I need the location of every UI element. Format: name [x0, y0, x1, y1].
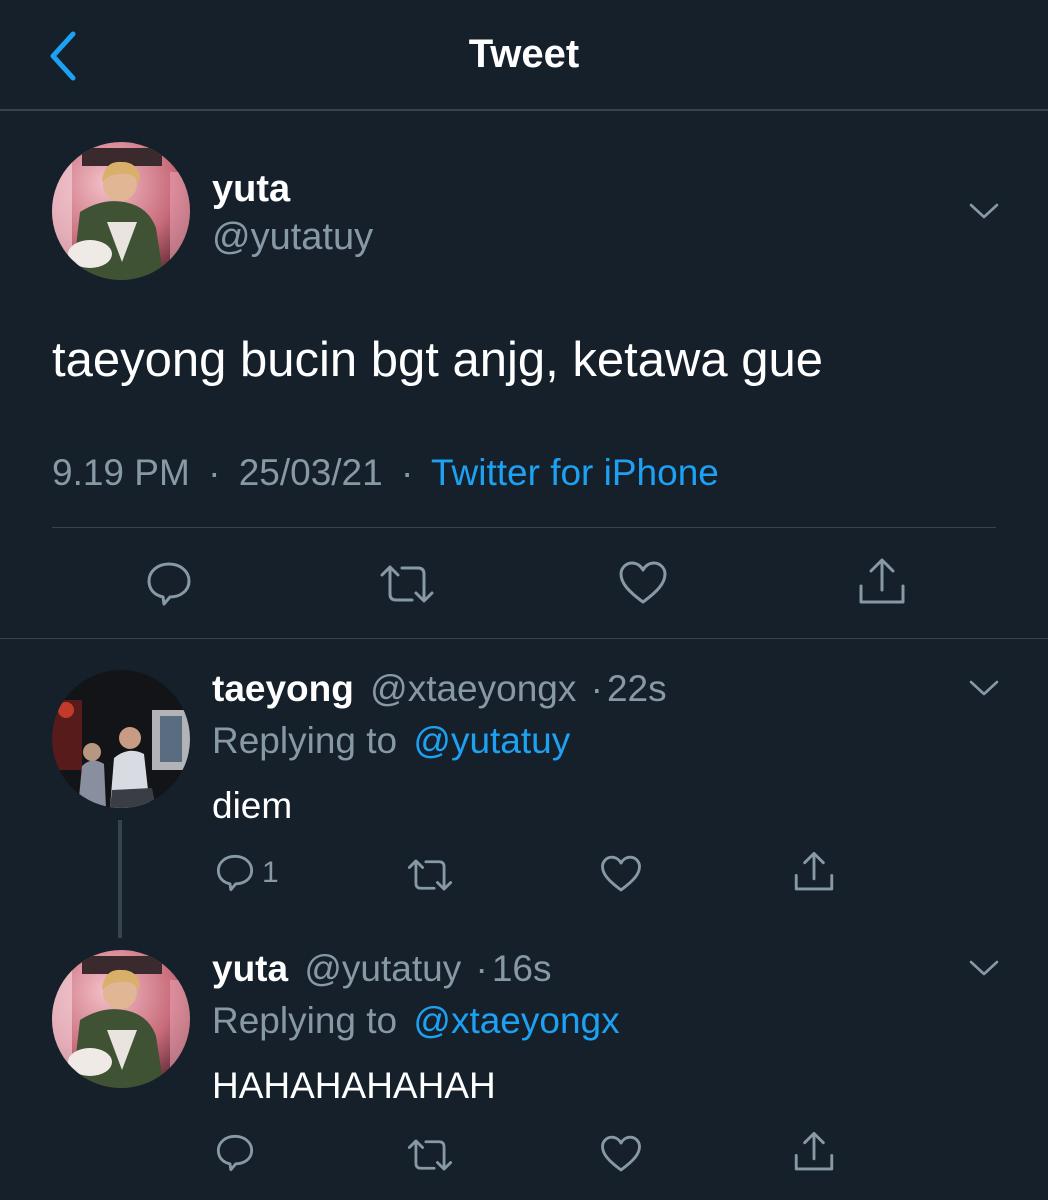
share-button[interactable]: [856, 556, 908, 608]
chevron-down-icon: [969, 680, 999, 696]
author-name[interactable]: yuta: [212, 168, 290, 211]
reply-icon: [147, 562, 191, 606]
meta-separator: ·: [401, 452, 414, 493]
more-options-button[interactable]: [964, 673, 1004, 703]
author-handle[interactable]: @yutatuy: [212, 216, 373, 259]
retweet-icon: [380, 565, 434, 603]
retweet-icon: [407, 859, 453, 891]
share-button[interactable]: [792, 850, 836, 894]
reply-separator: ·: [590, 668, 603, 709]
reply-icon: [216, 1134, 254, 1172]
reply-author-handle[interactable]: @yutatuy: [304, 948, 461, 989]
tweet-text: taeyong bucin bgt anjg, ketawa gue: [52, 333, 823, 387]
meta-separator: ·: [208, 452, 221, 493]
reply-button[interactable]: [144, 560, 194, 608]
avatar[interactable]: [52, 142, 190, 280]
more-options-button[interactable]: [964, 953, 1004, 983]
retweet-button[interactable]: [406, 1136, 454, 1174]
retweet-button[interactable]: [406, 856, 454, 894]
share-button[interactable]: [792, 1130, 836, 1174]
replying-to-mention[interactable]: @xtaeyongx: [413, 1000, 619, 1041]
reply-button[interactable]: [214, 1133, 256, 1173]
tweet-source-link[interactable]: Twitter for iPhone: [431, 452, 719, 493]
share-icon: [859, 558, 905, 604]
avatar[interactable]: [52, 670, 190, 808]
reply-header: taeyong @xtaeyongx · 22s: [212, 668, 667, 710]
chevron-down-icon: [969, 203, 999, 219]
retweet-button[interactable]: [378, 562, 436, 606]
reply-author-handle[interactable]: @xtaeyongx: [370, 668, 576, 709]
chevron-down-icon: [969, 960, 999, 976]
meta-divider: [52, 527, 996, 528]
like-icon: [601, 1135, 641, 1172]
like-icon: [619, 561, 667, 604]
reply-text: diem: [212, 785, 293, 826]
replying-to: Replying to @xtaeyongx: [212, 1000, 620, 1042]
avatar[interactable]: [52, 950, 190, 1088]
nav-bar: Tweet: [0, 0, 1048, 111]
share-icon: [794, 851, 834, 891]
replying-to-mention[interactable]: @yutatuy: [413, 720, 570, 761]
reply-button[interactable]: 1: [214, 853, 279, 893]
replying-to: Replying to @yutatuy: [212, 720, 570, 762]
reply-text: HAHAHAHAHAH: [212, 1065, 496, 1106]
reply-icon: [216, 854, 254, 892]
reply-author-name[interactable]: yuta: [212, 948, 288, 989]
reply-separator: ·: [475, 948, 488, 989]
retweet-icon: [407, 1139, 453, 1171]
tweet-meta: 9.19 PM · 25/03/21 · Twitter for iPhone: [52, 452, 719, 494]
page-title: Tweet: [468, 32, 580, 76]
share-icon: [794, 1131, 834, 1171]
like-button[interactable]: [600, 854, 642, 894]
replying-to-label: Replying to: [212, 1000, 398, 1041]
reply-header: yuta @yutatuy · 16s: [212, 948, 551, 990]
like-button[interactable]: [600, 1134, 642, 1174]
like-icon: [601, 855, 641, 892]
tweet-date: 25/03/21: [238, 452, 383, 493]
reply-age: 22s: [606, 668, 667, 709]
tweet-divider: [0, 638, 1048, 639]
more-options-button[interactable]: [964, 196, 1004, 226]
reply-author-name[interactable]: taeyong: [212, 668, 354, 709]
reply-age: 16s: [491, 948, 552, 989]
thread-line: [118, 820, 122, 938]
reply-count: 1: [262, 856, 279, 889]
like-button[interactable]: [618, 560, 668, 606]
replying-to-label: Replying to: [212, 720, 398, 761]
tweet-time: 9.19 PM: [52, 452, 190, 493]
